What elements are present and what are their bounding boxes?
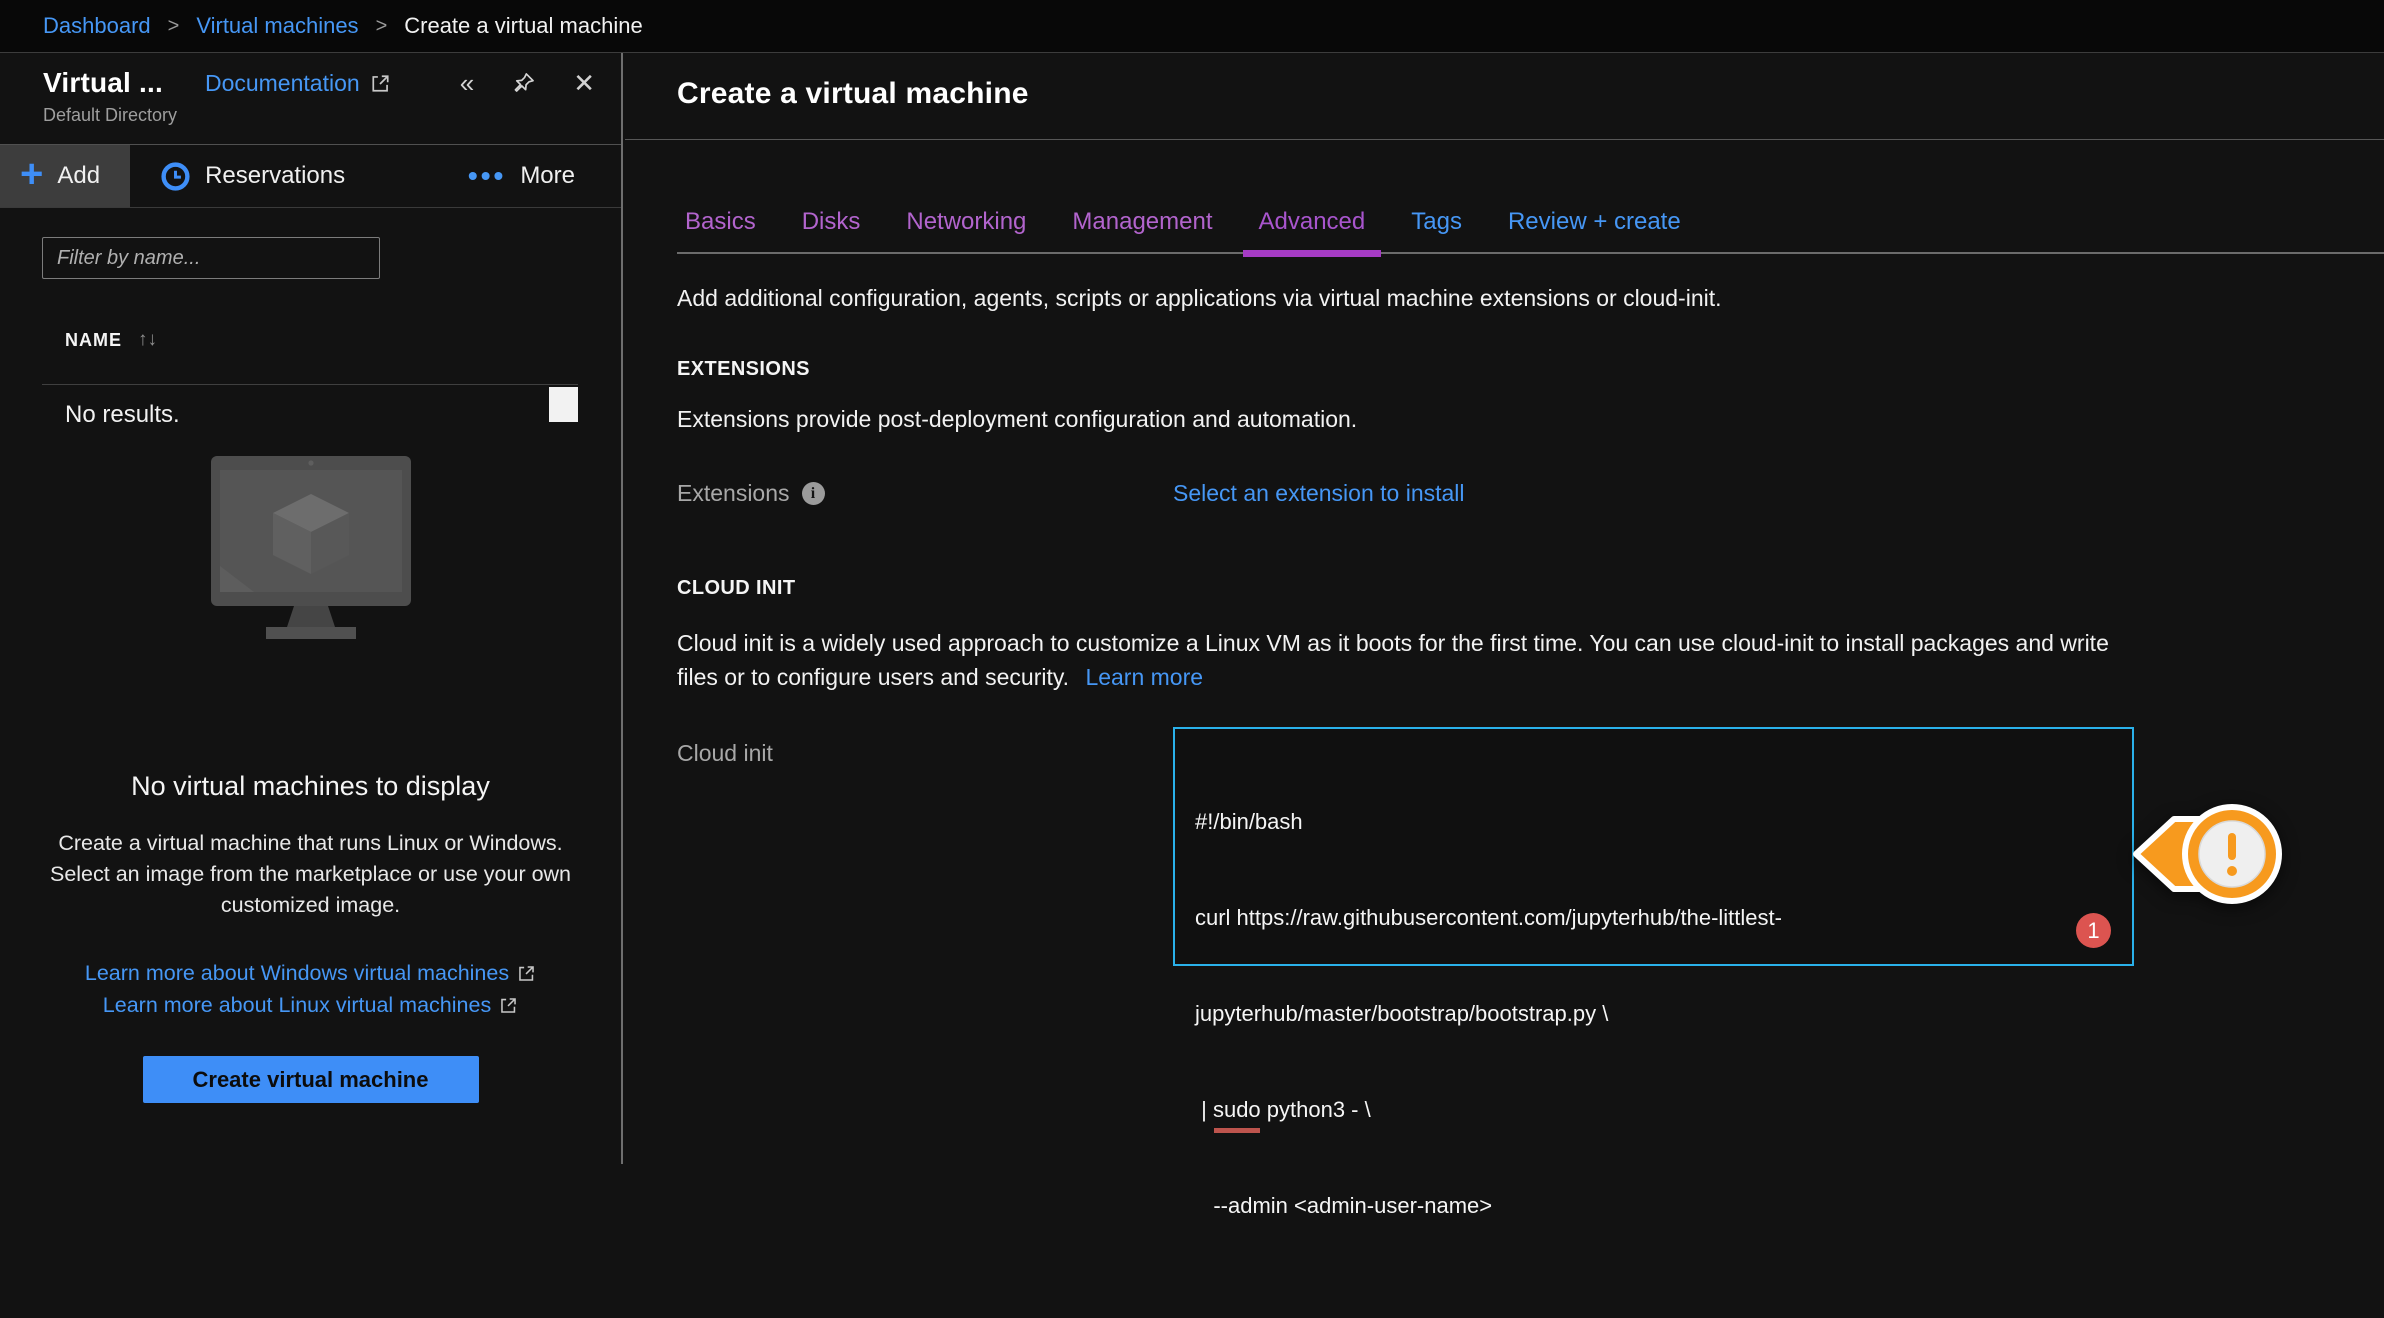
documentation-link-label: Documentation (205, 70, 360, 97)
pin-icon[interactable] (510, 70, 537, 97)
breadcrumb: Dashboard > Virtual machines > Create a … (0, 0, 2384, 53)
no-results-text: No results. (65, 401, 180, 429)
info-icon[interactable]: i (802, 482, 825, 505)
select-extension-link[interactable]: Select an extension to install (1173, 480, 1465, 507)
exclamation-icon (2228, 833, 2236, 860)
cloud-init-section-description: Cloud init is a widely used approach to … (677, 626, 2137, 694)
annotation-count-badge: 1 (2076, 913, 2111, 948)
collapse-panel-icon[interactable]: « (460, 70, 474, 96)
tab-tags[interactable]: Tags (1403, 208, 1470, 252)
create-vm-blade: Create a virtual machine Basics Disks Ne… (625, 53, 2384, 1164)
close-panel-icon[interactable]: ✕ (573, 70, 595, 96)
plus-icon: + (20, 158, 43, 190)
more-button-label: More (520, 162, 575, 190)
more-button[interactable]: ••• More (468, 145, 575, 207)
external-link-icon (370, 73, 391, 94)
ellipsis-icon: ••• (468, 160, 506, 192)
code-line: #!/bin/bash (1195, 806, 2132, 838)
extensions-section-description: Extensions provide post-deployment confi… (677, 406, 1357, 433)
cloud-init-field-label: Cloud init (677, 740, 773, 767)
list-divider (42, 384, 578, 385)
wizard-tabs: Basics Disks Networking Management Advan… (677, 208, 2384, 254)
clock-icon (160, 161, 191, 192)
tab-advanced[interactable]: Advanced (1251, 208, 1374, 252)
advanced-tab-intro: Add additional configuration, agents, sc… (677, 285, 1722, 312)
blade-content: Basics Disks Networking Management Advan… (625, 140, 2384, 1163)
code-line: --admin <admin-user-name> (1195, 1190, 2132, 1222)
code-line: | sudo python3 - \ (1195, 1094, 2132, 1126)
tab-review-create[interactable]: Review + create (1500, 208, 1689, 252)
directory-label: Default Directory (43, 105, 621, 126)
name-column-label: NAME (65, 330, 122, 351)
sudo-misspelled-word: sudo (1213, 1094, 1261, 1126)
learn-windows-vm-label: Learn more about Windows virtual machine… (85, 961, 509, 985)
learn-linux-vm-label: Learn more about Linux virtual machines (103, 993, 491, 1017)
chevron-right-icon: > (168, 15, 180, 38)
code-line4-prefix: | (1195, 1097, 1213, 1122)
vm-monitor-illustration (206, 456, 416, 651)
documentation-link[interactable]: Documentation (205, 70, 391, 97)
add-button-label: Add (57, 162, 100, 190)
external-link-icon (499, 996, 518, 1015)
panel-toolbar: + Add Reservations ••• More (0, 145, 621, 208)
tab-disks[interactable]: Disks (794, 208, 869, 252)
name-column-header[interactable]: NAME ↑↓ (65, 329, 157, 351)
cloud-init-section-title: CLOUD INIT (677, 577, 795, 600)
cloud-init-textarea[interactable]: #!/bin/bash curl https://raw.githubuserc… (1173, 727, 2134, 966)
learn-windows-vm-link[interactable]: Learn more about Windows virtual machine… (85, 961, 536, 985)
sort-icon: ↑↓ (138, 329, 157, 351)
panel-header: Virtual ... Documentation « ✕ Default Di… (0, 53, 621, 145)
external-link-icon (517, 964, 536, 983)
chevron-right-icon: > (376, 15, 388, 38)
tab-basics[interactable]: Basics (677, 208, 764, 252)
extensions-field-row: Extensions i Select an extension to inst… (677, 480, 2384, 507)
extensions-section-title: EXTENSIONS (677, 358, 810, 381)
list-scrollbar-thumb[interactable] (549, 387, 578, 422)
reservations-button-label: Reservations (205, 162, 345, 190)
filter-by-name-input[interactable] (42, 237, 380, 279)
code-line4-suffix: python3 - \ (1261, 1097, 1371, 1122)
add-button[interactable]: + Add (0, 145, 130, 207)
breadcrumb-dashboard[interactable]: Dashboard (43, 13, 151, 39)
empty-state-title: No virtual machines to display (0, 771, 621, 802)
tab-management[interactable]: Management (1064, 208, 1220, 252)
empty-state-description: Create a virtual machine that runs Linux… (41, 828, 581, 921)
learn-linux-vm-link[interactable]: Learn more about Linux virtual machines (103, 993, 518, 1017)
code-line: curl https://raw.githubusercontent.com/j… (1195, 902, 2132, 934)
breadcrumb-current: Create a virtual machine (404, 13, 642, 39)
code-line: jupyterhub/master/bootstrap/bootstrap.py… (1195, 998, 2132, 1030)
breadcrumb-virtual-machines[interactable]: Virtual machines (196, 13, 358, 39)
page-title: Create a virtual machine (625, 53, 2384, 111)
tab-networking[interactable]: Networking (898, 208, 1034, 252)
virtual-machines-panel: Virtual ... Documentation « ✕ Default Di… (0, 53, 623, 1164)
reservations-button[interactable]: Reservations (160, 145, 345, 207)
panel-title: Virtual ... (43, 67, 163, 99)
cloud-init-description-text: Cloud init is a widely used approach to … (677, 630, 2109, 690)
learn-more-link[interactable]: Learn more (1085, 664, 1203, 690)
extensions-field-label: Extensions i (677, 480, 825, 507)
extensions-field-label-text: Extensions (677, 480, 790, 507)
camera-dot (308, 460, 313, 465)
blade-header: Create a virtual machine (625, 53, 2384, 140)
warning-annotation-marker (2130, 792, 2290, 922)
create-virtual-machine-button[interactable]: Create virtual machine (143, 1056, 479, 1103)
